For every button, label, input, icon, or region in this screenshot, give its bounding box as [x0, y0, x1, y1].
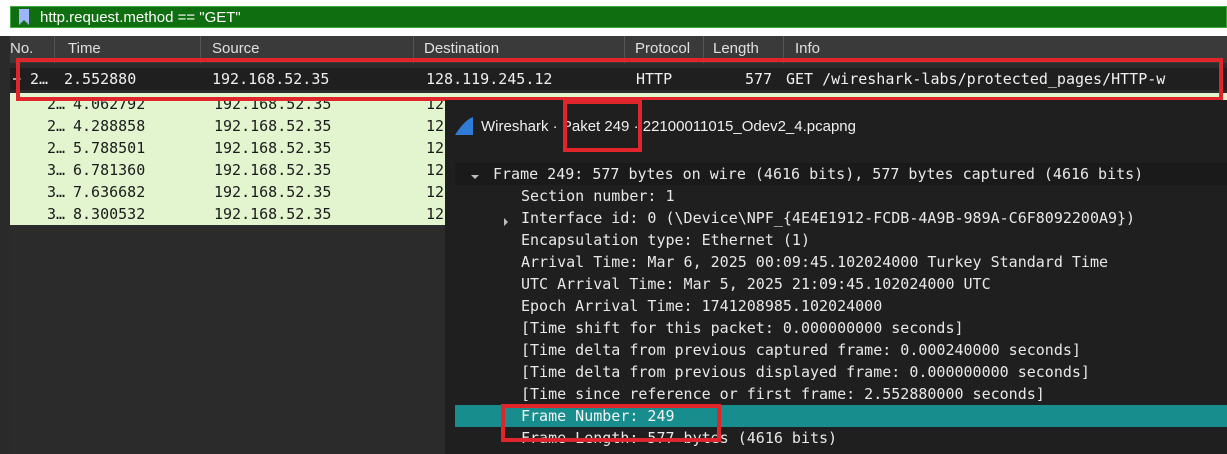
tree-item[interactable]: Encapsulation type: Ethernet (1) — [455, 229, 1227, 251]
cell-time: 7.636682 — [73, 183, 146, 201]
tree-item[interactable]: Section number: 1 — [455, 185, 1227, 207]
cell-destination: 12 — [426, 205, 445, 223]
highlight-packet-number — [563, 100, 642, 152]
cell-destination: 12 — [426, 183, 445, 201]
cell-destination: 12 — [426, 161, 445, 179]
cell-no: 2… — [47, 139, 66, 157]
cell-time: 6.781360 — [73, 161, 146, 179]
column-header-time[interactable]: Time — [68, 40, 101, 57]
cell-source: 192.168.52.35 — [214, 205, 332, 223]
tree-item[interactable]: Arrival Time: Mar 6, 2025 00:09:45.10202… — [455, 251, 1227, 273]
cell-destination: 12 — [426, 139, 445, 157]
cell-time: 8.300532 — [73, 205, 146, 223]
chevron-right-icon[interactable] — [501, 213, 511, 226]
tree-item[interactable]: UTC Arrival Time: Mar 5, 2025 21:09:45.1… — [455, 273, 1227, 295]
cell-no: 3… — [47, 161, 66, 179]
column-header-no[interactable]: No. — [10, 40, 33, 57]
highlight-selected-row — [16, 58, 1223, 101]
column-header-destination[interactable]: Destination — [424, 40, 499, 57]
column-header-source[interactable]: Source — [212, 40, 260, 57]
tree-item-text: Arrival Time: Mar 6, 2025 00:09:45.10202… — [521, 253, 1108, 271]
tree-item[interactable]: [Time delta from previous displayed fram… — [455, 361, 1227, 383]
title-prefix: Wireshark · — [481, 118, 562, 135]
tree-item-text: Frame 249: 577 bytes on wire (4616 bits)… — [493, 165, 1144, 183]
cell-no: 2… — [47, 117, 66, 135]
cell-destination: 12 — [426, 117, 445, 135]
tree-item-text: Encapsulation type: Ethernet (1) — [521, 231, 810, 249]
tree-item-text: Interface id: 0 (\Device\NPF_{4E4E1912-F… — [521, 209, 1136, 227]
tree-item[interactable]: [Time shift for this packet: 0.000000000… — [455, 317, 1227, 339]
tree-item-interface[interactable]: Interface id: 0 (\Device\NPF_{4E4E1912-F… — [455, 207, 1227, 229]
tree-item[interactable]: [Time delta from previous captured frame… — [455, 339, 1227, 361]
tree-item[interactable]: Epoch Arrival Time: 1741208985.102024000 — [455, 295, 1227, 317]
window-title: Wireshark · Paket 249 · 22100011015_Odev… — [481, 118, 856, 135]
tree-item-text: [Time since reference or first frame: 2.… — [521, 385, 1045, 403]
tree-item-text: Epoch Arrival Time: 1741208985.102024000 — [521, 297, 883, 315]
tree-item-text: [Time delta from previous displayed fram… — [521, 363, 1090, 381]
tree-item-text: Section number: 1 — [521, 187, 675, 205]
tree-item-text: UTC Arrival Time: Mar 5, 2025 21:09:45.1… — [521, 275, 991, 293]
tree-item-frame[interactable]: Frame 249: 577 bytes on wire (4616 bits)… — [455, 163, 1227, 185]
column-header-protocol[interactable]: Protocol — [635, 40, 690, 57]
column-header-info[interactable]: Info — [795, 40, 820, 57]
tree-item-text: [Time shift for this packet: 0.000000000… — [521, 319, 964, 337]
bookmark-icon[interactable] — [17, 9, 31, 25]
tree-item-text: [Time delta from previous captured frame… — [521, 341, 1081, 359]
packet-detail-window: Wireshark · Paket 249 · 22100011015_Odev… — [445, 100, 1227, 454]
display-filter-bar: http.request.method == "GET" — [0, 0, 1227, 36]
cell-no: 3… — [47, 183, 66, 201]
cell-source: 192.168.52.35 — [214, 161, 332, 179]
list-gutter — [0, 36, 10, 454]
cell-source: 192.168.52.35 — [214, 139, 332, 157]
cell-source: 192.168.52.35 — [214, 183, 332, 201]
wireshark-fin-icon — [453, 115, 475, 137]
cell-time: 5.788501 — [73, 139, 146, 157]
highlight-frame-number — [501, 404, 721, 442]
cell-source: 192.168.52.35 — [214, 117, 332, 135]
column-header-length[interactable]: Length — [713, 40, 759, 57]
cell-no: 3… — [47, 205, 66, 223]
tree-item[interactable]: [Time since reference or first frame: 2.… — [455, 383, 1227, 405]
title-file: · 22100011015_Odev2_4.pcapng — [629, 118, 856, 135]
display-filter-input[interactable]: http.request.method == "GET" — [10, 6, 1227, 28]
display-filter-text: http.request.method == "GET" — [40, 8, 241, 26]
chevron-down-icon[interactable] — [470, 168, 480, 179]
cell-time: 4.288858 — [73, 117, 146, 135]
